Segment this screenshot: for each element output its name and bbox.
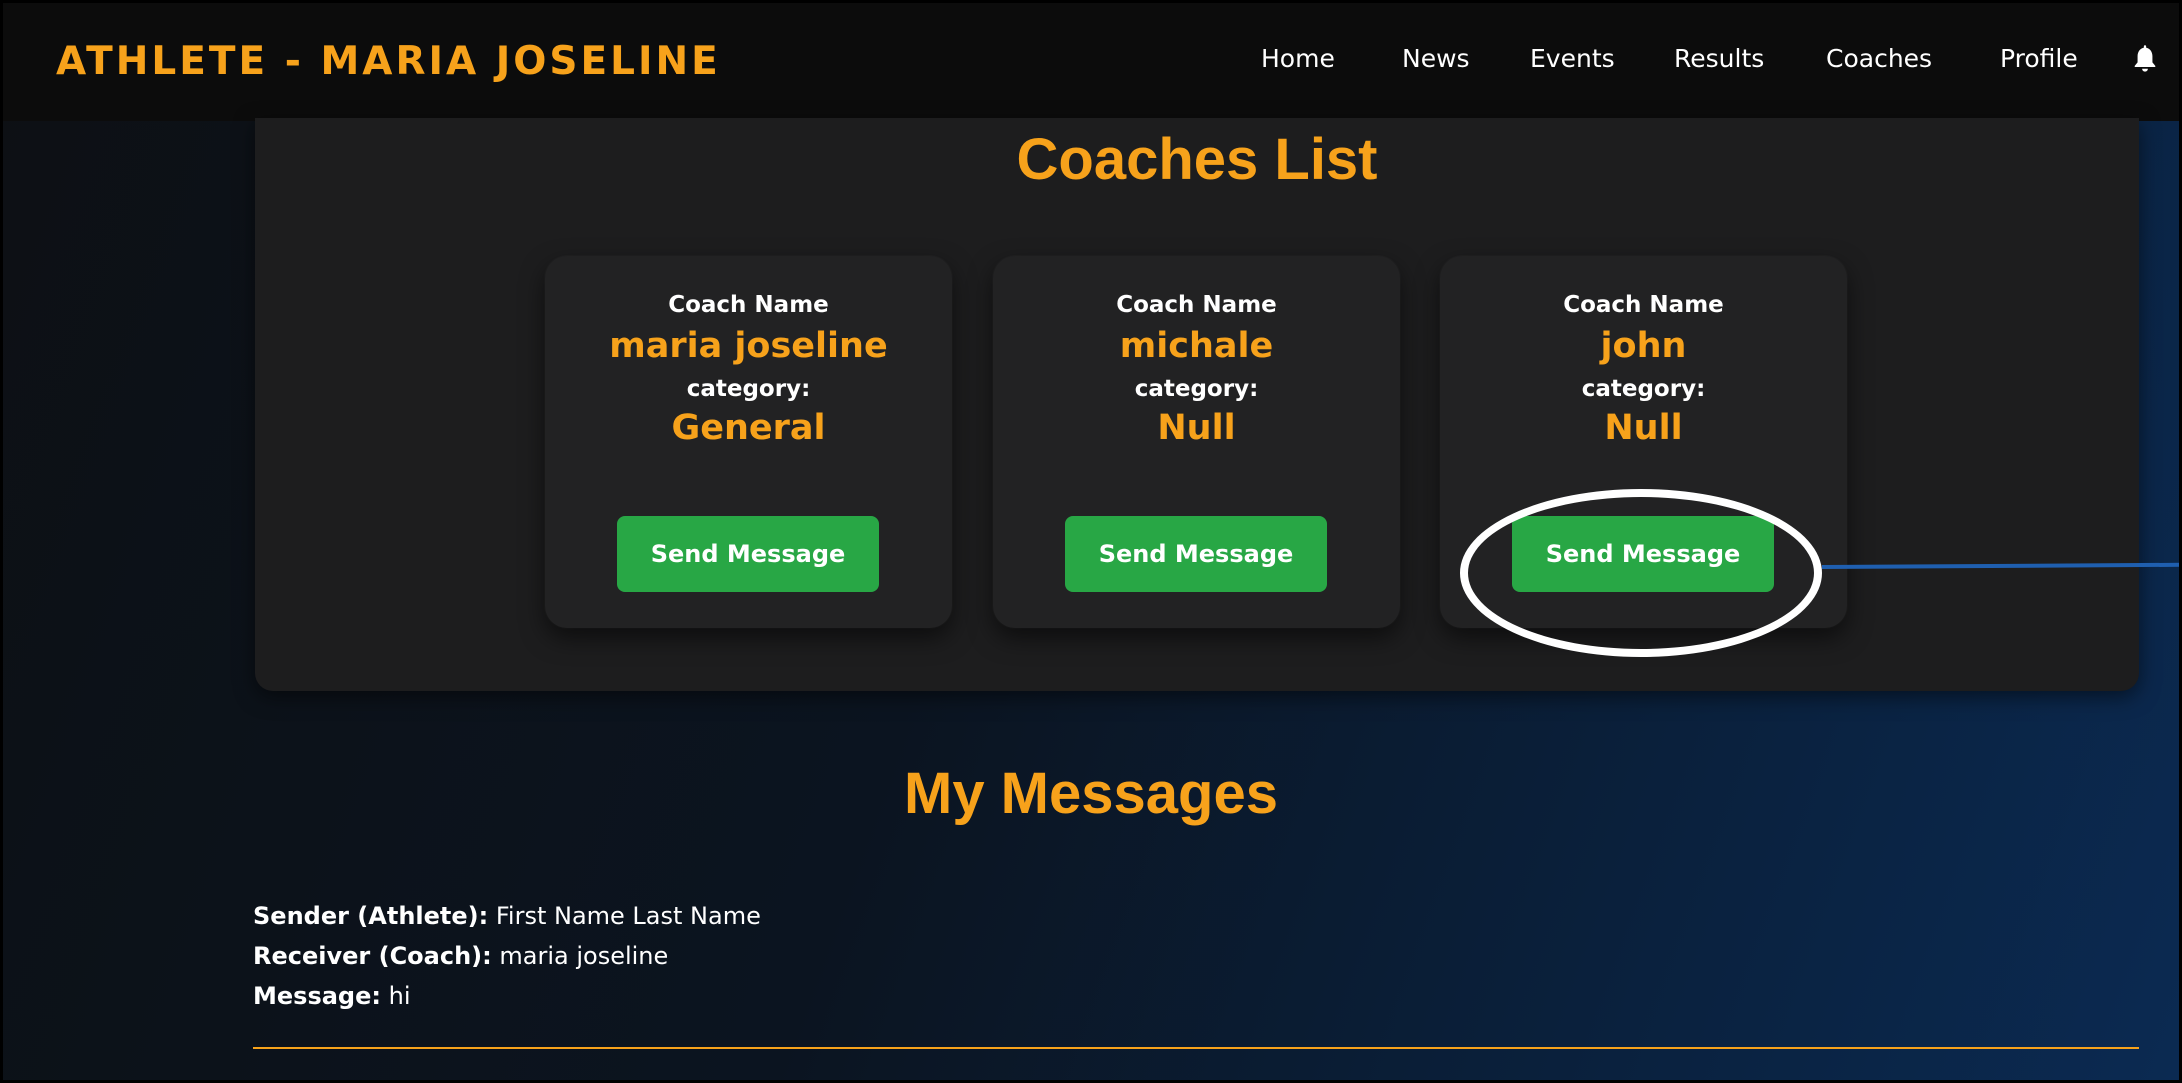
nav-link-results[interactable]: Results (1674, 3, 1764, 121)
sender-value: First Name Last Name (495, 902, 761, 930)
my-messages-title: My Messages (904, 761, 1278, 826)
message-value: hi (388, 982, 411, 1010)
coach-name: john (1600, 326, 1687, 366)
top-navbar: ATHLETE - MARIA JOSELINE Home News Event… (3, 3, 2179, 121)
coach-card: Coach Name maria joseline category: Gene… (545, 256, 952, 628)
message-label: Message: (253, 982, 381, 1010)
message-receiver: Receiver (Coach): maria joseline (253, 942, 668, 970)
nav-link-news[interactable]: News (1402, 3, 1470, 121)
bell-icon[interactable] (2131, 43, 2159, 75)
coaches-list-title: Coaches List (1016, 127, 1378, 192)
coach-category-label: category: (1134, 376, 1259, 402)
nav-link-profile[interactable]: Profile (2000, 3, 2078, 121)
send-message-button[interactable]: Send Message (1512, 516, 1774, 592)
receiver-value: maria joseline (499, 942, 669, 970)
coaches-panel: Coaches List Coach Name maria joseline c… (255, 118, 2139, 691)
message-body: Message: hi (253, 982, 411, 1010)
coach-category-label: category: (1581, 376, 1706, 402)
send-message-button[interactable]: Send Message (617, 516, 879, 592)
coach-name-label: Coach Name (1563, 292, 1724, 318)
coach-category: Null (1157, 408, 1236, 448)
message-divider (253, 1047, 2139, 1049)
brand-title: ATHLETE - MARIA JOSELINE (56, 39, 721, 84)
coach-card: Coach Name john category: Null Send Mess… (1440, 256, 1847, 628)
receiver-label: Receiver (Coach): (253, 942, 492, 970)
coach-category-label: category: (686, 376, 811, 402)
coach-category: Null (1604, 408, 1683, 448)
coach-card: Coach Name michale category: Null Send M… (993, 256, 1400, 628)
coach-name-label: Coach Name (668, 292, 829, 318)
coach-name-label: Coach Name (1116, 292, 1277, 318)
message-sender: Sender (Athlete): First Name Last Name (253, 902, 761, 930)
nav-link-home[interactable]: Home (1261, 3, 1335, 121)
coach-category: General (671, 408, 826, 448)
coach-name: michale (1119, 326, 1274, 366)
nav-link-coaches[interactable]: Coaches (1826, 3, 1932, 121)
nav-link-events[interactable]: Events (1530, 3, 1615, 121)
sender-label: Sender (Athlete): (253, 902, 489, 930)
coach-name: maria joseline (609, 326, 888, 366)
send-message-button[interactable]: Send Message (1065, 516, 1327, 592)
